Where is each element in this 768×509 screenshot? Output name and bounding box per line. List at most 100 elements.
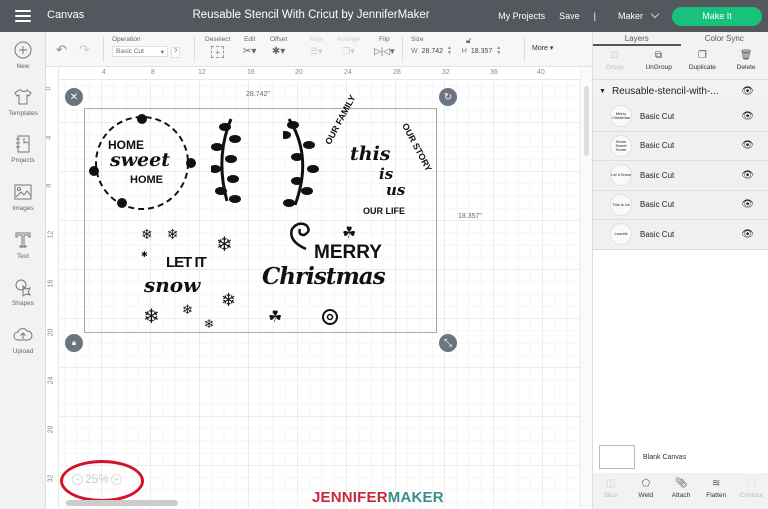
undo-icon[interactable]: ↶ [56,42,67,58]
layer-label: Basic Cut [640,141,675,151]
flip-label: Flip [379,36,390,43]
slice-button[interactable]: ◫ Slice [593,473,628,509]
image-icon [14,184,32,200]
chevron-down-icon [650,9,660,19]
make-it-button[interactable]: Make It [672,6,762,26]
sidebar-label: Shapes [11,300,35,307]
menu-icon[interactable] [15,10,31,22]
snowflake-icon: ❄ [182,302,193,317]
flatten-button[interactable]: ≋ Flatten [699,473,734,509]
snowflake-icon: ❄ [221,290,237,310]
save-button[interactable]: Save [559,11,580,21]
sidebar-item-projects[interactable]: Projects [0,134,46,164]
app-title: Canvas [47,9,85,21]
layers-panel: Layers Color Sync ⊡ Group ⧉ UnGroup ❐ Dupli… [592,32,768,509]
close-icon: ✕ [69,91,79,103]
flip-group[interactable]: Flip ▷|◁▾ [374,36,395,57]
layer-row[interactable]: This is Us Basic Cut 👁︎ [593,190,768,220]
my-projects-link[interactable]: My Projects [498,11,545,21]
edit-group[interactable]: Edit ✂▾ [243,36,256,57]
delete-button[interactable]: 🗑︎ Delete [724,46,768,79]
vertical-scrollbar[interactable] [584,86,589,156]
attach-button[interactable]: 📎︎ Attach [663,473,698,509]
layer-row[interactable]: Let it Snow Basic Cut 👁︎ [593,161,768,191]
flower-mark [117,198,127,208]
eye-icon[interactable]: 👁︎ [741,229,754,240]
layer-label: Basic Cut [640,200,675,210]
laurel-right[interactable] [283,117,323,209]
eye-icon[interactable]: 👁︎ [741,140,754,151]
more-button[interactable]: More ▾ [532,44,553,52]
eye-icon[interactable]: 👁︎ [741,111,754,122]
rotate-icon: ↻ [443,91,453,103]
ungroup-icon: ⧉ [655,50,663,61]
eye-icon[interactable]: 👁︎ [741,170,754,181]
action-label: UnGroup [645,64,672,71]
rotate-handle[interactable]: ↻ [439,88,457,106]
machine-label: Maker [617,11,643,21]
stepper-icon[interactable]: ▲ ▼ [447,46,452,56]
layer-label: Basic Cut [640,229,675,239]
eye-icon[interactable]: 👁︎ [741,86,754,97]
divider [103,37,104,62]
design-canvas[interactable]: 4 8 12 16 20 24 28 32 36 40 0 4 8 12 16 … [46,67,580,509]
arrange-group[interactable]: Arrange ❐▾ [337,36,360,57]
contour-button[interactable]: ⬚ Contour [734,473,768,509]
sidebar-item-text[interactable]: Text [0,230,46,260]
sidebar-item-templates[interactable]: Templates [0,87,46,117]
blank-canvas-label: Blank Canvas [643,453,687,461]
laurel-left[interactable] [211,117,241,203]
selection-height-readout: 18.357" [458,213,482,220]
holly-icon: ☘ [268,309,283,326]
ungroup-button[interactable]: ⧉ UnGroup [637,46,681,79]
annotation-circle [60,460,144,502]
notebook-icon [16,135,30,153]
group-icon: ⊡ [610,50,620,61]
ruler-top: 4 8 12 16 20 24 28 32 36 40 [46,67,580,80]
size-label: Size [411,36,424,43]
align-group[interactable]: Align ☰▾ [309,36,323,57]
layer-row[interactable]: Merry Christmas Basic Cut 👁︎ [593,102,768,132]
ruler-tick: 28 [47,425,55,434]
layer-row[interactable]: Laurels Basic Cut 👁︎ [593,220,768,250]
layer-row[interactable]: Home Sweet Home Basic Cut 👁︎ [593,131,768,161]
action-label: Contour [739,492,763,499]
align-icon: ☰▾ [309,46,323,56]
delete-handle[interactable]: ✕ [65,88,83,106]
holly-icon: ☘ [342,225,357,242]
tab-layers[interactable]: Layers [593,32,681,46]
help-button[interactable]: ? [171,46,180,58]
deselect-group[interactable]: Deselect + [205,36,230,58]
sidebar-item-upload[interactable]: Upload [0,325,46,355]
lock-handle[interactable]: 🔒︎ [65,334,83,352]
home-text-2: HOME [130,174,163,186]
deselect-icon: + [211,46,225,58]
duplicate-button[interactable]: ❐ Duplicate [681,46,725,79]
weld-button[interactable]: ⬠ Weld [628,473,663,509]
redo-icon[interactable]: ↷ [79,42,90,58]
brand-watermark: JENNIFERMAKER [312,489,444,506]
blank-canvas-swatch[interactable] [599,445,635,469]
sidebar-item-shapes[interactable]: Shapes [0,277,46,307]
width-input[interactable]: W 28.742 ▲ ▼ [411,46,452,56]
lock-icon[interactable]: 🔓︎ [466,36,471,46]
blank-canvas-row[interactable]: Blank Canvas [599,445,686,469]
tshirt-icon [14,89,32,105]
group-button[interactable]: ⊡ Group [593,46,637,79]
stepper-icon[interactable]: ▲ ▼ [496,46,501,56]
sidebar-item-images[interactable]: Images [0,182,46,212]
resize-handle[interactable]: ⤡ [439,334,457,352]
offset-group[interactable]: Offset ✱▾ [270,36,287,57]
layer-label: Basic Cut [640,111,675,121]
tab-color-sync[interactable]: Color Sync [681,32,768,46]
sidebar-item-new[interactable]: New [0,40,46,70]
eye-icon[interactable]: 👁︎ [741,199,754,210]
ruler-tick: 16 [47,279,55,288]
ruler-tick: 12 [198,69,206,76]
horizontal-scrollbar[interactable] [66,500,178,506]
height-input[interactable]: H 18.357 ▲ ▼ [462,46,501,56]
operation-select[interactable]: Basic Cut ▾ [112,46,168,57]
layer-group-row[interactable]: ▼ Reusable-stencil-with-... 👁︎ [593,80,768,102]
machine-select[interactable]: Maker [617,9,660,21]
caret-down-icon[interactable]: ▼ [599,88,606,95]
